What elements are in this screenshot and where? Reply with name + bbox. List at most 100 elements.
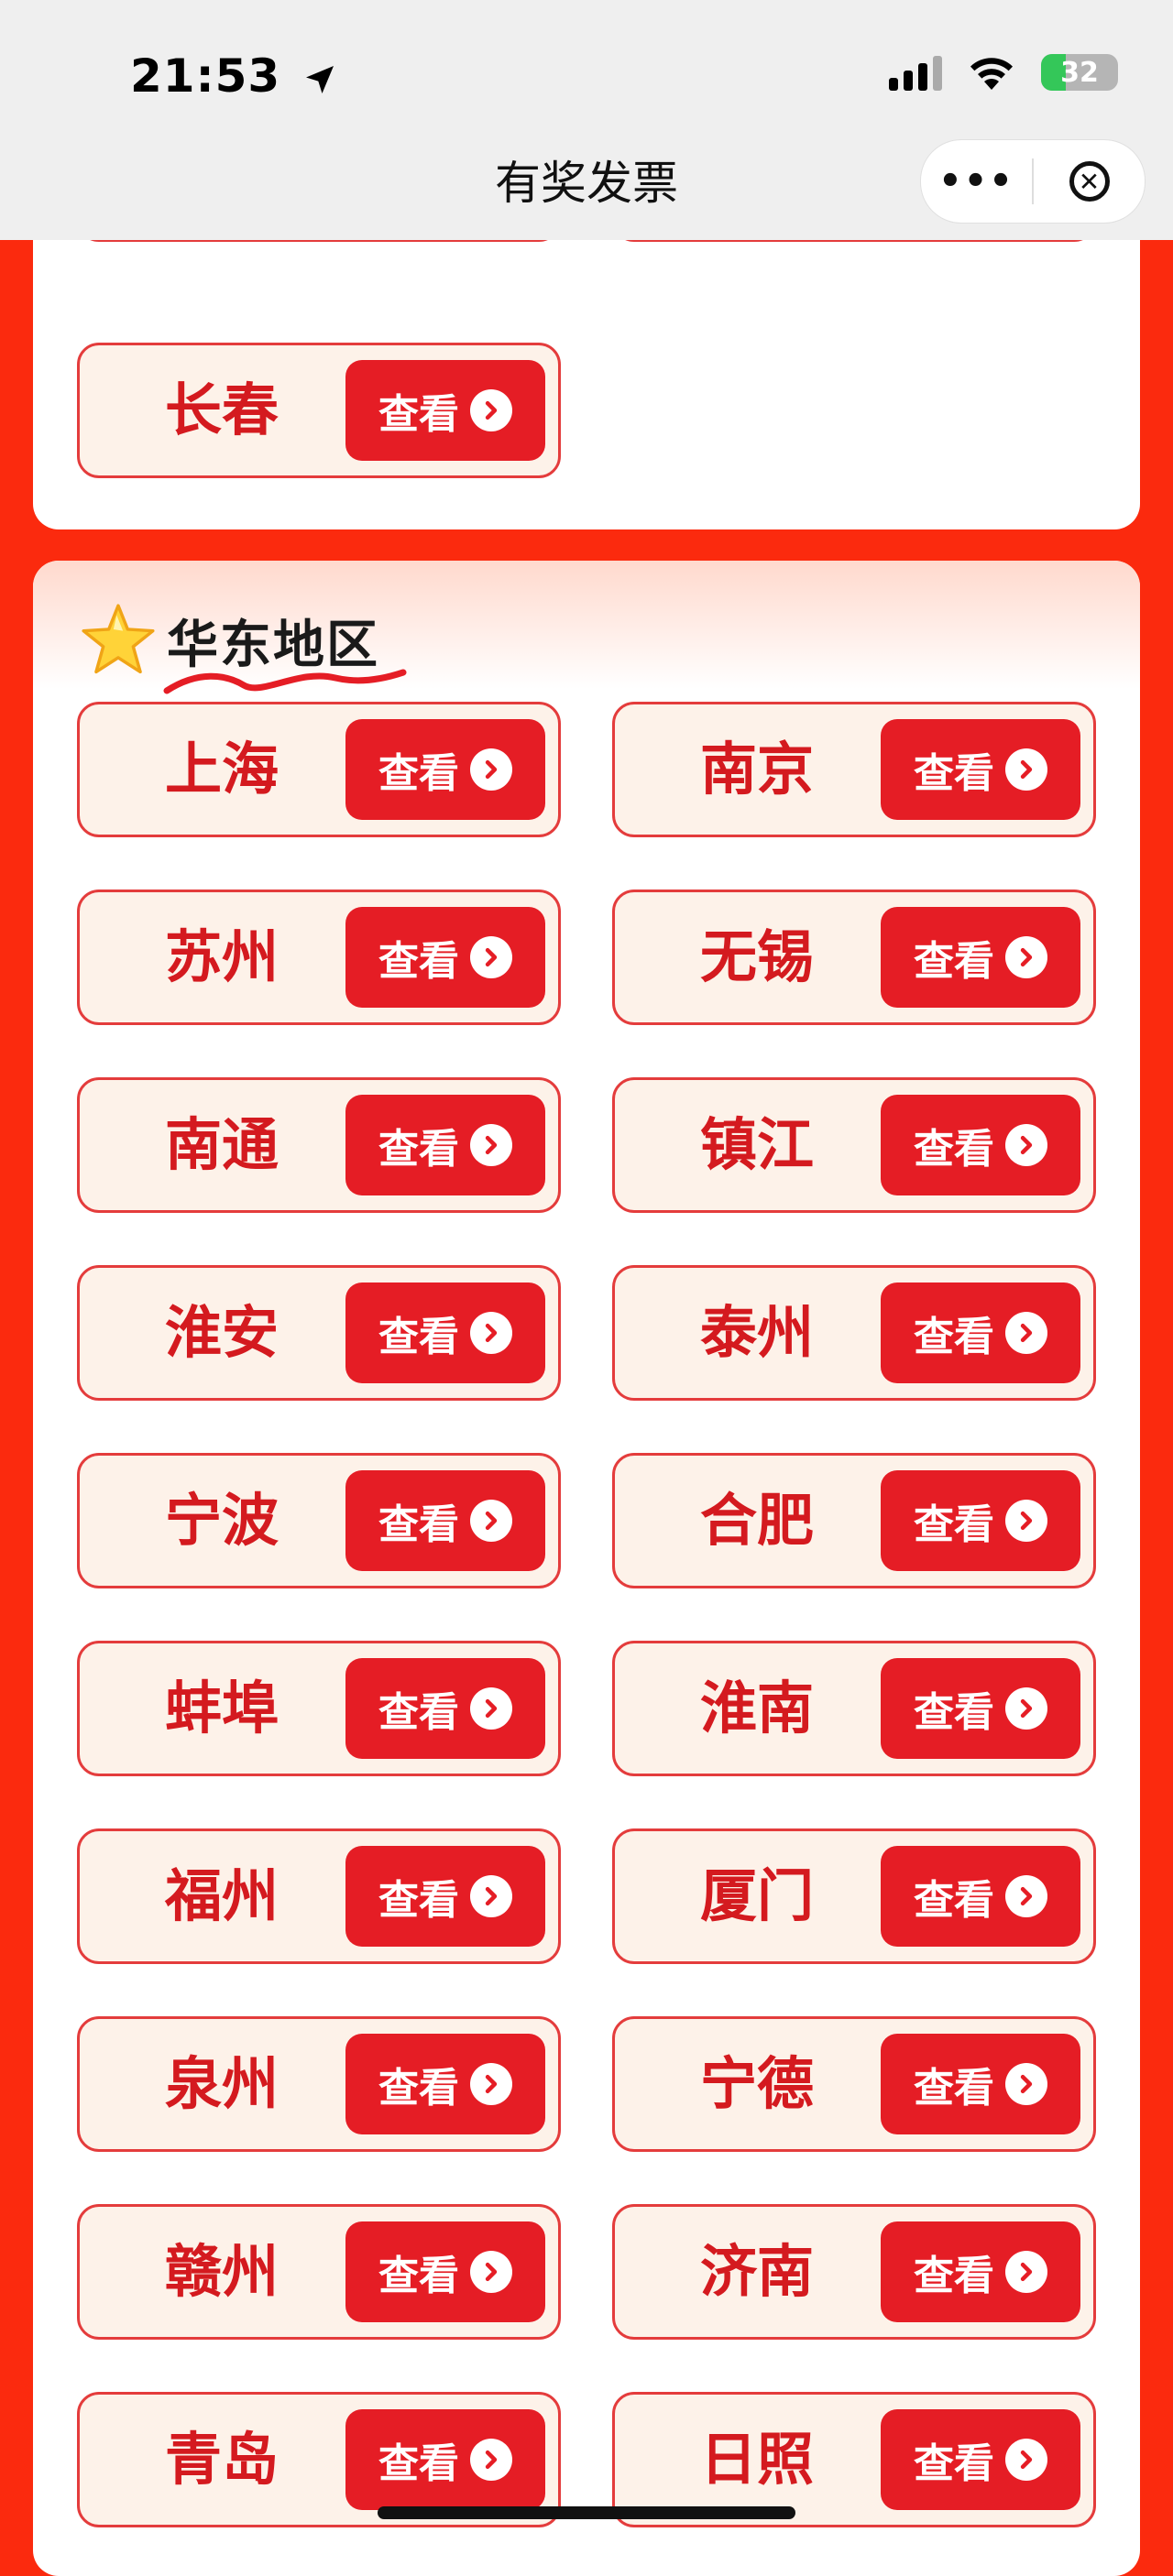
view-button[interactable]: 查看 bbox=[345, 1846, 545, 1947]
underline-swoosh bbox=[163, 669, 407, 693]
city-card[interactable]: 长春 查看 bbox=[77, 343, 561, 478]
city-name: 宁德 bbox=[699, 2050, 814, 2117]
city-name: 日照 bbox=[699, 2426, 814, 2493]
city-name: 淮南 bbox=[699, 1675, 814, 1741]
city-card[interactable]: 宁德 查看 bbox=[612, 2016, 1096, 2152]
status-icons: 32 bbox=[889, 53, 1118, 92]
city-card[interactable]: 苏州 查看 bbox=[77, 890, 561, 1025]
home-indicator bbox=[378, 2506, 795, 2519]
city-card[interactable]: 南通 查看 bbox=[77, 1077, 561, 1213]
chevron-right-icon bbox=[470, 1500, 512, 1542]
section-header: 华东地区 bbox=[79, 590, 407, 693]
battery-level: 32 bbox=[1060, 56, 1099, 89]
wifi-icon bbox=[970, 58, 1013, 90]
chevron-right-icon bbox=[470, 1312, 512, 1354]
view-button[interactable]: 查看 bbox=[345, 1095, 545, 1195]
view-label: 查看 bbox=[378, 2253, 459, 2299]
view-label: 查看 bbox=[378, 1314, 459, 1360]
city-name: 无锡 bbox=[699, 923, 814, 990]
view-button[interactable]: 查看 bbox=[345, 2034, 545, 2134]
view-button[interactable]: 查看 bbox=[345, 360, 545, 461]
view-button[interactable]: 查看 bbox=[881, 719, 1080, 820]
chevron-right-icon bbox=[470, 389, 512, 431]
view-button[interactable]: 查看 bbox=[881, 1283, 1080, 1383]
view-button[interactable]: 查看 bbox=[881, 2409, 1080, 2510]
city-name: 厦门 bbox=[699, 1862, 814, 1929]
city-name: 宁波 bbox=[164, 1487, 279, 1554]
view-button[interactable]: 查看 bbox=[345, 1658, 545, 1759]
city-name: 苏州 bbox=[164, 923, 279, 990]
city-card[interactable]: 南京 查看 bbox=[612, 702, 1096, 837]
view-button[interactable]: 查看 bbox=[345, 1470, 545, 1571]
view-button[interactable]: 查看 bbox=[881, 2221, 1080, 2322]
view-button[interactable]: 查看 bbox=[881, 1846, 1080, 1947]
view-button[interactable]: 查看 bbox=[881, 1470, 1080, 1571]
star-icon bbox=[82, 604, 155, 674]
view-label: 查看 bbox=[378, 1689, 459, 1736]
city-name: 上海 bbox=[164, 736, 279, 802]
city-card[interactable]: 厦门 查看 bbox=[612, 1828, 1096, 1964]
location-arrow-icon bbox=[305, 65, 334, 93]
more-button[interactable]: ••• bbox=[921, 140, 1032, 223]
time-text: 21:53 bbox=[130, 49, 281, 103]
chevron-right-icon bbox=[470, 1687, 512, 1730]
view-button[interactable]: 查看 bbox=[881, 1658, 1080, 1759]
view-label: 查看 bbox=[378, 1501, 459, 1548]
chevron-right-icon bbox=[1005, 1312, 1047, 1354]
view-button[interactable]: 查看 bbox=[345, 2409, 545, 2510]
chevron-right-icon bbox=[470, 748, 512, 791]
city-name: 青岛 bbox=[164, 2426, 279, 2493]
view-label: 查看 bbox=[914, 750, 994, 797]
city-card[interactable]: 淮安 查看 bbox=[77, 1265, 561, 1401]
chevron-right-icon bbox=[1005, 2439, 1047, 2481]
city-card[interactable]: 泉州 查看 bbox=[77, 2016, 561, 2152]
city-name: 泰州 bbox=[699, 1299, 814, 1366]
city-name: 赣州 bbox=[164, 2238, 279, 2305]
city-card[interactable]: 济南 查看 bbox=[612, 2204, 1096, 2340]
view-label: 查看 bbox=[914, 1877, 994, 1924]
chevron-right-icon bbox=[470, 936, 512, 978]
city-card[interactable]: 合肥 查看 bbox=[612, 1453, 1096, 1588]
city-card[interactable]: 镇江 查看 bbox=[612, 1077, 1096, 1213]
city-name: 南京 bbox=[699, 736, 814, 802]
view-button[interactable]: 查看 bbox=[345, 719, 545, 820]
view-label: 查看 bbox=[378, 1877, 459, 1924]
close-icon: ✕ bbox=[1069, 161, 1110, 202]
chevron-right-icon bbox=[470, 2251, 512, 2293]
view-label: 查看 bbox=[378, 938, 459, 985]
city-card[interactable]: 无锡 查看 bbox=[612, 890, 1096, 1025]
view-button[interactable]: 查看 bbox=[345, 2221, 545, 2322]
chevron-right-icon bbox=[470, 1875, 512, 1917]
view-button[interactable]: 查看 bbox=[881, 2034, 1080, 2134]
city-card[interactable]: 福州 查看 bbox=[77, 1828, 561, 1964]
city-card[interactable]: 泰州 查看 bbox=[612, 1265, 1096, 1401]
chevron-right-icon bbox=[1005, 748, 1047, 791]
chevron-right-icon bbox=[1005, 1500, 1047, 1542]
city-card[interactable]: 上海 查看 bbox=[77, 702, 561, 837]
view-label: 查看 bbox=[914, 2253, 994, 2299]
chevron-right-icon bbox=[1005, 936, 1047, 978]
view-label: 查看 bbox=[914, 1126, 994, 1173]
status-time: 21:53 bbox=[130, 49, 338, 103]
city-card[interactable]: 宁波 查看 bbox=[77, 1453, 561, 1588]
view-button[interactable]: 查看 bbox=[345, 1283, 545, 1383]
view-button[interactable]: 查看 bbox=[881, 1095, 1080, 1195]
city-name: 蚌埠 bbox=[164, 1675, 279, 1741]
city-card[interactable]: 赣州 查看 bbox=[77, 2204, 561, 2340]
view-button[interactable]: 查看 bbox=[345, 907, 545, 1008]
view-label: 查看 bbox=[378, 1126, 459, 1173]
city-card[interactable]: 淮南 查看 bbox=[612, 1641, 1096, 1776]
mini-program-capsule: ••• ✕ bbox=[920, 139, 1146, 224]
view-button[interactable]: 查看 bbox=[881, 907, 1080, 1008]
chevron-right-icon bbox=[470, 2063, 512, 2105]
view-label: 查看 bbox=[914, 1314, 994, 1360]
more-icon: ••• bbox=[938, 160, 1014, 202]
city-name: 合肥 bbox=[699, 1487, 814, 1554]
city-name: 淮安 bbox=[164, 1299, 279, 1366]
city-card[interactable]: 蚌埠 查看 bbox=[77, 1641, 561, 1776]
east-china-region-card: 华东地区 上海 查看 南京 查看 苏州 查看 无锡 查看 南通 查看 镇江 查看 淮安 查看 泰州 查看 宁波查… bbox=[33, 561, 1140, 2576]
close-button[interactable]: ✕ bbox=[1034, 140, 1145, 223]
view-label: 查看 bbox=[378, 2440, 459, 2487]
view-label: 查看 bbox=[914, 938, 994, 985]
chevron-right-icon bbox=[1005, 1124, 1047, 1166]
